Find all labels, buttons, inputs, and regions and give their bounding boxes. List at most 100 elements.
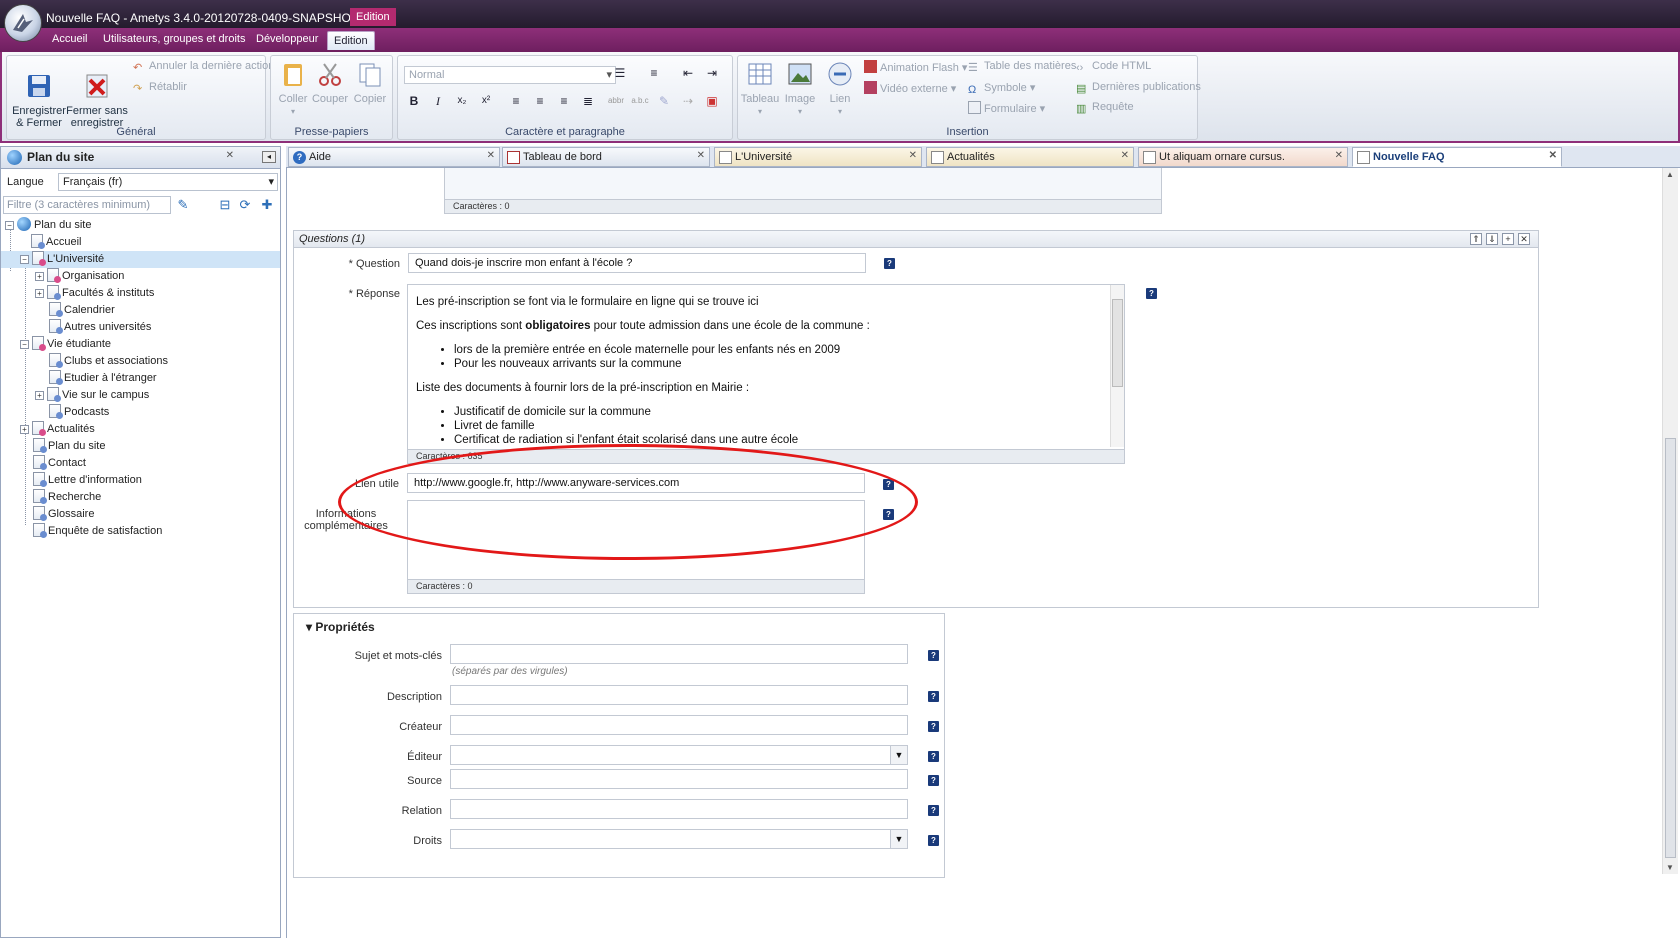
copy-button[interactable]: Copier — [351, 60, 389, 105]
tab-users-groups[interactable]: Utilisateurs, groupes et droits — [103, 33, 245, 45]
answer-rich-text[interactable]: Les pré-inscription se font via le formu… — [407, 284, 1125, 464]
help-icon[interactable]: ? — [883, 509, 894, 520]
external-video-button[interactable]: Vidéo externe ▾ — [864, 81, 956, 95]
help-icon[interactable]: ? — [928, 751, 939, 762]
add-icon[interactable]: + — [1502, 233, 1514, 245]
clear-filter-icon[interactable]: ✎ — [175, 197, 191, 213]
app-logo-icon[interactable] — [4, 4, 42, 42]
close-icon[interactable]: ✕ — [909, 150, 917, 161]
description-input[interactable] — [450, 685, 908, 705]
numbered-list-icon[interactable]: ≡ — [644, 64, 664, 82]
last-publications-button[interactable]: ▤ Dernières publications — [1076, 81, 1201, 95]
editor-scrollbar[interactable]: ▲ ▼ — [1662, 168, 1678, 874]
undo-button[interactable]: ↶ Annuler la dernière action — [133, 60, 274, 74]
image-button[interactable]: Image ▾ — [780, 60, 820, 118]
tree-node[interactable]: Clubs et associations — [49, 353, 168, 370]
special-char-icon[interactable]: ✎ — [654, 92, 674, 110]
tab-developer[interactable]: Développeur — [256, 33, 318, 45]
close-icon[interactable]: ✕ — [487, 150, 495, 161]
close-icon[interactable]: ✕ — [1549, 150, 1557, 161]
flash-animation-button[interactable]: Animation Flash ▾ — [864, 60, 967, 74]
tree-node[interactable]: Contact — [33, 455, 86, 472]
form-button[interactable]: Formulaire ▾ — [968, 101, 1045, 115]
answer-scrollbar[interactable] — [1110, 285, 1124, 447]
tree-node[interactable]: Glossaire — [33, 506, 94, 523]
symbol-button[interactable]: Ω Symbole ▾ — [968, 81, 1035, 97]
help-icon[interactable]: ? — [1146, 288, 1157, 299]
abbr-icon[interactable]: abbr — [606, 92, 626, 110]
doc-tab-actualites[interactable]: Actualités ✕ — [926, 147, 1134, 167]
tree-node[interactable]: Recherche — [33, 489, 101, 506]
tree-node[interactable]: + Vie sur le campus — [35, 387, 149, 404]
align-right-icon[interactable]: ≡ — [554, 92, 574, 110]
move-up-icon[interactable]: ⇑ — [1470, 233, 1482, 245]
close-icon[interactable]: ✕ — [226, 150, 234, 161]
tab-edition[interactable]: Edition — [327, 31, 375, 50]
align-center-icon[interactable]: ≡ — [530, 92, 550, 110]
tree-node[interactable]: − Plan du site — [5, 217, 91, 234]
tree-node-selected[interactable]: − L'Université — [1, 251, 280, 268]
help-icon[interactable]: ? — [928, 775, 939, 786]
toc-button[interactable]: ☰ Table des matières — [968, 60, 1076, 74]
tree-node[interactable]: + Organisation — [35, 268, 124, 285]
additional-info-input[interactable]: Caractères : 0 — [407, 500, 865, 594]
answer-content[interactable]: Les pré-inscription se font via le formu… — [416, 295, 1106, 457]
filter-input[interactable]: Filtre (3 caractères minimum) — [3, 196, 171, 214]
language-select[interactable]: Français (fr) — [58, 173, 278, 191]
paste-button[interactable]: Coller ▾ — [275, 60, 311, 118]
chevron-down-icon[interactable]: ▼ — [890, 830, 907, 848]
doc-tab-universite[interactable]: L'Université ✕ — [714, 147, 922, 167]
link-button[interactable]: Lien ▾ — [822, 60, 858, 118]
help-icon[interactable]: ? — [884, 258, 895, 269]
justify-icon[interactable]: ≣ — [578, 92, 598, 110]
italic-icon[interactable]: I — [428, 92, 448, 110]
question-input[interactable]: Quand dois-je inscrire mon enfant à l'éc… — [408, 253, 866, 273]
tree-node[interactable]: Enquête de satisfaction — [33, 523, 162, 540]
cut-button[interactable]: Couper — [311, 60, 349, 105]
style-select[interactable]: Normal — [404, 66, 616, 84]
doc-tab-help[interactable]: ? Aide ✕ — [288, 147, 500, 167]
bullet-list-icon[interactable]: ☰ — [610, 64, 630, 82]
tree-node[interactable]: + Facultés & instituts — [35, 285, 154, 302]
help-icon[interactable]: ? — [928, 721, 939, 732]
tree-node[interactable]: − Vie étudiante — [20, 336, 111, 353]
help-icon[interactable]: ? — [883, 479, 894, 490]
refresh-icon[interactable]: ⟳ — [237, 197, 253, 213]
creator-input[interactable] — [450, 715, 908, 735]
doc-tab-nouvelle-faq[interactable]: Nouvelle FAQ ✕ — [1352, 147, 1562, 167]
tree-node[interactable]: + Actualités — [20, 421, 95, 438]
indent-icon[interactable]: ⇥ — [702, 64, 722, 82]
properties-title[interactable]: ▾ Propriétés — [306, 620, 375, 634]
bold-icon[interactable]: B — [404, 92, 424, 110]
tree-node[interactable]: Podcasts — [49, 404, 109, 421]
subscript-icon[interactable]: x₂ — [452, 92, 472, 110]
close-icon[interactable]: ✕ — [697, 150, 705, 161]
previous-rich-text-field[interactable]: Caractères : 0 — [444, 168, 1162, 214]
link-unlink-icon[interactable]: ⇢ — [678, 92, 698, 110]
chevron-down-icon[interactable]: ▼ — [890, 746, 907, 764]
clear-format-icon[interactable]: ▣ — [702, 92, 722, 110]
publisher-select[interactable]: ▼ — [450, 745, 908, 765]
subject-input[interactable] — [450, 644, 908, 664]
close-icon[interactable]: ✕ — [1335, 150, 1343, 161]
collapse-all-icon[interactable]: ⊟ — [217, 197, 233, 213]
collapse-panel-icon[interactable]: ◂ — [262, 151, 276, 163]
table-button[interactable]: Tableau ▾ — [740, 60, 780, 118]
move-down-icon[interactable]: ⇓ — [1486, 233, 1498, 245]
tree-node[interactable]: Autres universités — [49, 319, 151, 336]
plugin-icon[interactable]: ✚ — [259, 197, 275, 213]
tab-accueil[interactable]: Accueil — [52, 33, 87, 45]
superscript-icon[interactable]: x² — [476, 92, 496, 110]
tree-node[interactable]: Lettre d'information — [33, 472, 142, 489]
outdent-icon[interactable]: ⇤ — [678, 64, 698, 82]
rights-select[interactable]: ▼ — [450, 829, 908, 849]
tree-node[interactable]: Accueil — [31, 234, 81, 251]
save-close-button[interactable]: Enregistrer & Fermer — [11, 60, 67, 129]
doc-tab-dashboard[interactable]: Tableau de bord ✕ — [502, 147, 710, 167]
close-without-saving-button[interactable]: Fermer sans enregistrer — [65, 60, 129, 129]
help-icon[interactable]: ? — [928, 691, 939, 702]
help-icon[interactable]: ? — [928, 650, 939, 661]
acronym-icon[interactable]: a.b.c — [630, 92, 650, 110]
help-icon[interactable]: ? — [928, 835, 939, 846]
query-button[interactable]: ▥ Requête — [1076, 101, 1134, 115]
